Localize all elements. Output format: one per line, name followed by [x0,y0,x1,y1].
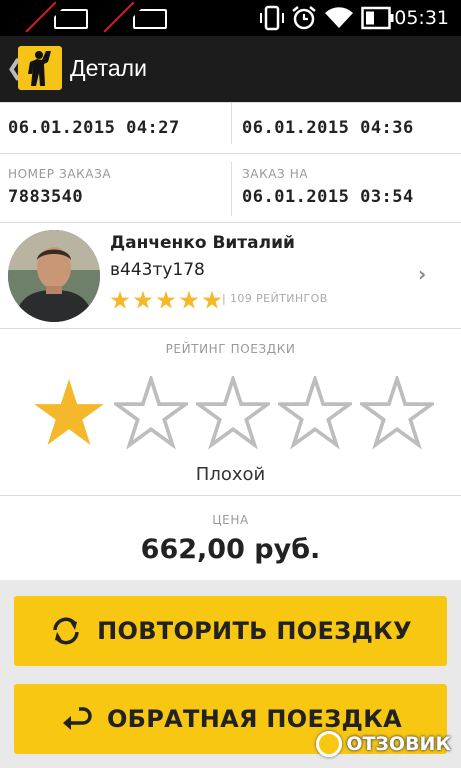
alarm-icon [292,6,316,30]
sim-2-disabled-icon [133,9,167,29]
star-icon [110,290,130,309]
chevron-right-icon[interactable]: › [418,262,426,286]
trip-rating-label: РЕЙТИНГ ПОЕЗДКИ [165,342,296,356]
page-title: Детали [70,55,147,81]
taxi-hailing-person-logo[interactable] [18,46,62,90]
star-icon [202,290,222,309]
trip-rating-text: Плохой [195,464,266,485]
driver-plate: в443ту178 [110,260,205,280]
app-bar: ❮ Детали [0,36,461,102]
star-empty-icon[interactable] [360,376,434,450]
star-empty-icon[interactable] [278,376,352,450]
star-icon [156,290,176,309]
watermark: ОТЗОВИК [316,731,451,757]
price-value: 662,00 руб. [140,534,321,565]
star-filled-icon[interactable] [32,376,106,450]
trip-details: 06.01.2015 04:27 06.01.2015 04:36 НОМЕР … [0,102,461,580]
vibrate-icon [260,5,284,31]
sim-1-disabled-icon [54,9,88,29]
order-for-label: ЗАКАЗ НА [242,167,309,181]
star-empty-icon[interactable] [196,376,270,450]
return-icon [62,707,92,730]
order-number-label: НОМЕР ЗАКАЗА [8,167,112,181]
driver-stars [110,290,222,310]
battery-icon [361,6,394,30]
star-icon [179,290,199,309]
return-trip-label: ОБРАТНАЯ ПОЕЗДКА [106,705,403,733]
clock: 05:31 [394,7,449,29]
trip-end-time: 06.01.2015 04:36 [242,118,414,138]
repeat-icon [53,617,79,645]
driver-name: Данченко Виталий [110,233,295,253]
repeat-trip-button[interactable]: ПОВТОРИТЬ ПОЕЗДКУ [14,596,447,666]
screen: 05:31 ❮ Детали 06.01.2015 04:27 06.01.20… [0,0,461,768]
repeat-trip-label: ПОВТОРИТЬ ПОЕЗДКУ [97,617,412,645]
star-empty-icon[interactable] [114,376,188,450]
price-label: ЦЕНА [212,513,249,527]
order-number: 7883540 [8,187,84,207]
status-bar: 05:31 [0,0,461,36]
trip-rating-stars[interactable] [32,376,434,450]
watermark-logo-icon [316,731,343,757]
driver-ratings-count: | 109 РЕЙТИНГОВ [222,292,328,305]
avatar [8,230,100,322]
star-icon [133,290,153,309]
trip-start-time: 06.01.2015 04:27 [8,118,180,138]
order-for-time: 06.01.2015 03:54 [242,187,414,207]
wifi-icon [325,7,353,29]
